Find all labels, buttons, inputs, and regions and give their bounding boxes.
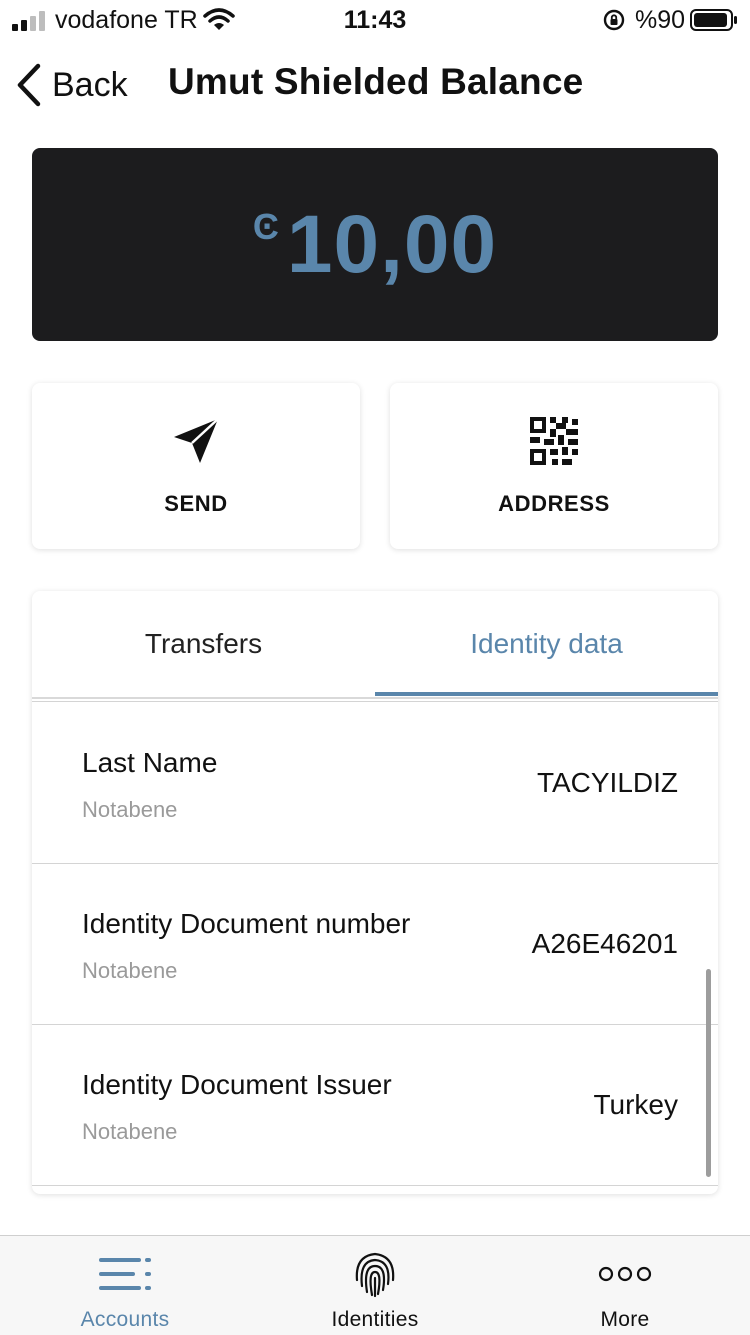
balance-card: Ͼ 10,00 [32, 148, 718, 341]
attribute-label: Identity Document number [82, 908, 411, 939]
address-button[interactable]: ADDRESS [390, 383, 718, 549]
send-button[interactable]: SEND [32, 383, 360, 549]
tab-transfers[interactable]: Transfers [32, 591, 375, 697]
tab-identity-data[interactable]: Identity data [375, 591, 718, 697]
balance-amount: 10,00 [286, 198, 498, 290]
tab-accounts[interactable]: Accounts [0, 1236, 250, 1335]
tab-bar: Transfers Identity data [32, 591, 718, 699]
attribute-label: Last Name [82, 747, 218, 778]
scrollbar[interactable] [706, 969, 711, 1177]
back-button[interactable]: Back [14, 59, 128, 111]
send-icon [174, 418, 219, 463]
attribute-provider: Notabene [82, 797, 178, 822]
more-icon [598, 1266, 652, 1282]
gtu-symbol: Ͼ [252, 205, 279, 247]
identity-row-document-issuer: Identity Document Issuer Notabene Turkey [32, 1025, 718, 1186]
attribute-label: Identity Document Issuer [82, 1069, 392, 1100]
qr-code-icon [530, 417, 578, 465]
tab-identities-label: Identities [331, 1308, 419, 1331]
activity-panel: Transfers Identity data Last Name Notabe… [32, 591, 718, 1194]
accounts-icon [99, 1258, 151, 1290]
battery-icon [690, 9, 737, 31]
back-label: Back [52, 65, 128, 104]
identity-data-list: Last Name Notabene TACYILDIZ Identity Do… [32, 703, 718, 1186]
attribute-value: TACYILDIZ [536, 767, 678, 798]
identity-row-document-number: Identity Document number Notabene A26E46… [32, 864, 718, 1025]
send-label: SEND [164, 491, 228, 516]
address-label: ADDRESS [498, 491, 610, 516]
orientation-lock-icon [603, 9, 625, 31]
active-tab-indicator [375, 692, 718, 696]
tab-more[interactable]: More [500, 1236, 750, 1335]
tab-more-label: More [600, 1308, 650, 1331]
divider [32, 701, 718, 702]
bottom-tab-bar: Accounts Identities More [0, 1235, 750, 1335]
status-bar: vodafone TR 11:43 %90 [0, 0, 750, 40]
balance-display: Ͼ 10,00 [252, 198, 498, 290]
navigation-bar: Back Umut Shielded Balance [0, 55, 750, 115]
battery-percent: %90 [635, 6, 686, 34]
page-title: Umut Shielded Balance [168, 61, 584, 102]
attribute-provider: Notabene [82, 958, 178, 983]
attribute-provider: Notabene [82, 1119, 178, 1144]
identity-row-last-name: Last Name Notabene TACYILDIZ [32, 703, 718, 864]
attribute-value: A26E46201 [531, 928, 678, 959]
tab-identities[interactable]: Identities [250, 1236, 500, 1335]
fingerprint-icon [355, 1252, 395, 1298]
attribute-value: Turkey [593, 1089, 678, 1120]
chevron-left-icon [17, 63, 41, 107]
tab-accounts-label: Accounts [80, 1308, 170, 1331]
